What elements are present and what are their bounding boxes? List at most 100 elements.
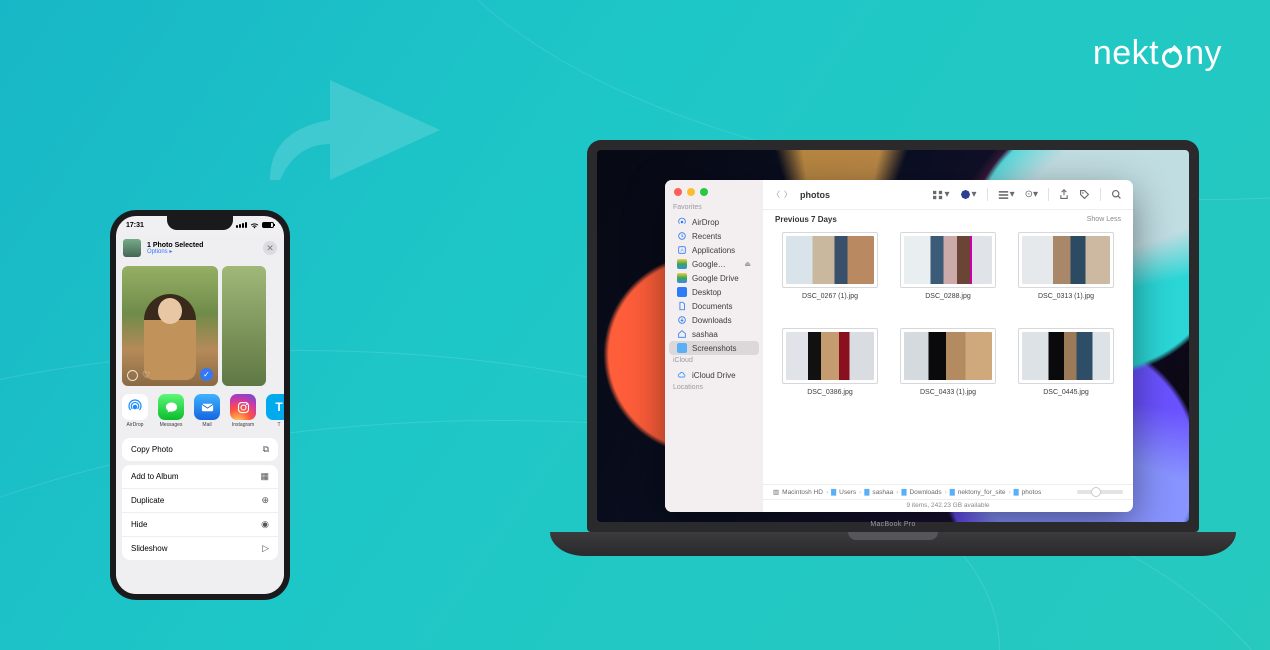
share-app-messages[interactable]: Messages (154, 394, 188, 428)
action-menu-button[interactable]: ⊙▾ (1023, 189, 1040, 200)
action-hide[interactable]: Hide ◉ (122, 512, 278, 536)
file-grid: DSC_0267 (1).jpg DSC_0288.jpg DSC_0313 (… (763, 226, 1133, 484)
path-segment[interactable]: sashaa (872, 489, 893, 496)
action-duplicate[interactable]: Duplicate ⊕ (122, 488, 278, 512)
duplicate-icon: ⊕ (261, 495, 269, 506)
sidebar-item-google-drive[interactable]: Google Drive (669, 271, 759, 285)
photo-thumbnail[interactable] (222, 266, 266, 386)
favorite-icon: ♡ (142, 370, 150, 381)
sidebar-label: Documents (692, 302, 732, 311)
share-app-airdrop[interactable]: AirDrop (118, 394, 152, 428)
cellular-icon (236, 222, 247, 228)
view-icons-button[interactable]: ▾ (930, 189, 952, 200)
file-item[interactable]: DSC_0313 (1).jpg (1011, 232, 1121, 324)
macbook-device: Favorites AirDrop Recents AApplications … (550, 140, 1236, 556)
close-window-button[interactable] (674, 188, 682, 196)
folder-icon: ▇ (950, 488, 955, 496)
action-add-to-album[interactable]: Add to Album ▦ (122, 465, 278, 488)
downloads-icon (677, 315, 687, 325)
live-photo-icon (127, 370, 138, 381)
path-segment[interactable]: photos (1022, 489, 1042, 496)
file-item[interactable]: DSC_0386.jpg (775, 328, 885, 420)
window-title: photos (800, 190, 830, 200)
share-app-instagram[interactable]: Instagram (226, 394, 260, 428)
sidebar-item-user[interactable]: sashaa (669, 327, 759, 341)
app-label: T (262, 422, 284, 428)
wifi-icon (250, 222, 259, 229)
slideshow-icon: ▷ (262, 543, 269, 554)
path-segment[interactable]: Downloads (909, 489, 941, 496)
sidebar-section-icloud: iCloud (665, 355, 763, 368)
toolbar-divider (1100, 188, 1101, 201)
path-segment[interactable]: Macintosh HD (782, 489, 823, 496)
zoom-window-button[interactable] (700, 188, 708, 196)
share-app-more[interactable]: T T (262, 394, 284, 428)
tags-button[interactable] (1077, 189, 1092, 200)
macbook-model-label: MacBook Pro (870, 521, 915, 528)
sidebar-item-documents[interactable]: Documents (669, 299, 759, 313)
folder-icon: ▇ (831, 488, 836, 496)
brand-logo: nektny (1093, 34, 1222, 73)
account-menu[interactable]: ▾ (958, 189, 979, 200)
file-name: DSC_0433 (1).jpg (920, 389, 976, 396)
share-sheet-header: 1 Photo Selected Options ▸ ✕ (116, 234, 284, 262)
drive-icon (677, 259, 687, 269)
file-thumbnail (900, 328, 996, 384)
sidebar-item-desktop[interactable]: Desktop (669, 285, 759, 299)
action-label: Slideshow (131, 544, 167, 553)
sidebar-item-recents[interactable]: Recents (669, 229, 759, 243)
header-thumbnail (123, 239, 141, 257)
airdrop-icon (122, 394, 148, 420)
action-label: Hide (131, 520, 147, 529)
group-header: Previous 7 Days (775, 215, 837, 224)
album-icon: ▦ (260, 471, 269, 482)
document-icon (677, 301, 687, 311)
close-button[interactable]: ✕ (263, 241, 277, 255)
iphone-device: 17:31 1 Photo Selected Options ▸ ✕ (110, 210, 290, 600)
forward-button[interactable]: 〉 (784, 189, 792, 200)
action-label: Add to Album (131, 472, 179, 481)
path-segment[interactable]: Users (839, 489, 856, 496)
sidebar-item-screenshots[interactable]: Screenshots (669, 341, 759, 355)
sidebar-label: AirDrop (692, 218, 719, 227)
file-item[interactable]: DSC_0267 (1).jpg (775, 232, 885, 324)
share-apps-row: AirDrop Messages Mail (116, 390, 284, 434)
file-item[interactable]: DSC_0288.jpg (893, 232, 1003, 324)
file-name: DSC_0386.jpg (807, 389, 853, 396)
action-label: Copy Photo (131, 445, 173, 454)
share-button[interactable] (1057, 189, 1071, 200)
photo-preview-strip[interactable]: ♡ ✓ (116, 262, 284, 390)
more-app-icon: T (266, 394, 284, 420)
file-thumbnail (782, 328, 878, 384)
finder-main: 〈 〉 photos ▾ ▾ ▾ ⊙▾ (763, 180, 1133, 512)
show-less-button[interactable]: Show Less (1087, 216, 1121, 223)
path-segment[interactable]: nektony_for_site (958, 489, 1006, 496)
sidebar-item-icloud-drive[interactable]: iCloud Drive (669, 368, 759, 382)
share-options-link[interactable]: Options ▸ (147, 249, 257, 255)
sidebar-item-applications[interactable]: AApplications (669, 243, 759, 257)
app-label: Mail (190, 422, 224, 428)
sidebar-section-locations: Locations (665, 382, 763, 395)
file-item[interactable]: DSC_0433 (1).jpg (893, 328, 1003, 420)
search-button[interactable] (1109, 189, 1124, 200)
action-slideshow[interactable]: Slideshow ▷ (122, 536, 278, 560)
sidebar-item-airdrop[interactable]: AirDrop (669, 215, 759, 229)
sidebar-item-google-eject[interactable]: Google…⏏ (669, 257, 759, 271)
icon-size-slider[interactable] (1077, 490, 1123, 494)
photo-thumbnail-selected[interactable]: ♡ ✓ (122, 266, 218, 386)
app-label: Messages (154, 422, 188, 428)
hide-icon: ◉ (261, 519, 269, 530)
sidebar-label: Google Drive (692, 274, 739, 283)
eject-icon[interactable]: ⏏ (744, 260, 751, 268)
minimize-window-button[interactable] (687, 188, 695, 196)
sidebar-item-downloads[interactable]: Downloads (669, 313, 759, 327)
action-copy-photo[interactable]: Copy Photo ⧉ (122, 438, 278, 461)
file-item[interactable]: DSC_0445.jpg (1011, 328, 1121, 420)
share-app-mail[interactable]: Mail (190, 394, 224, 428)
apps-icon: A (677, 245, 687, 255)
file-name: DSC_0313 (1).jpg (1038, 293, 1094, 300)
group-by-button[interactable]: ▾ (996, 189, 1017, 200)
back-button[interactable]: 〈 (772, 189, 780, 200)
finder-toolbar: 〈 〉 photos ▾ ▾ ▾ ⊙▾ (763, 180, 1133, 210)
mail-icon (194, 394, 220, 420)
